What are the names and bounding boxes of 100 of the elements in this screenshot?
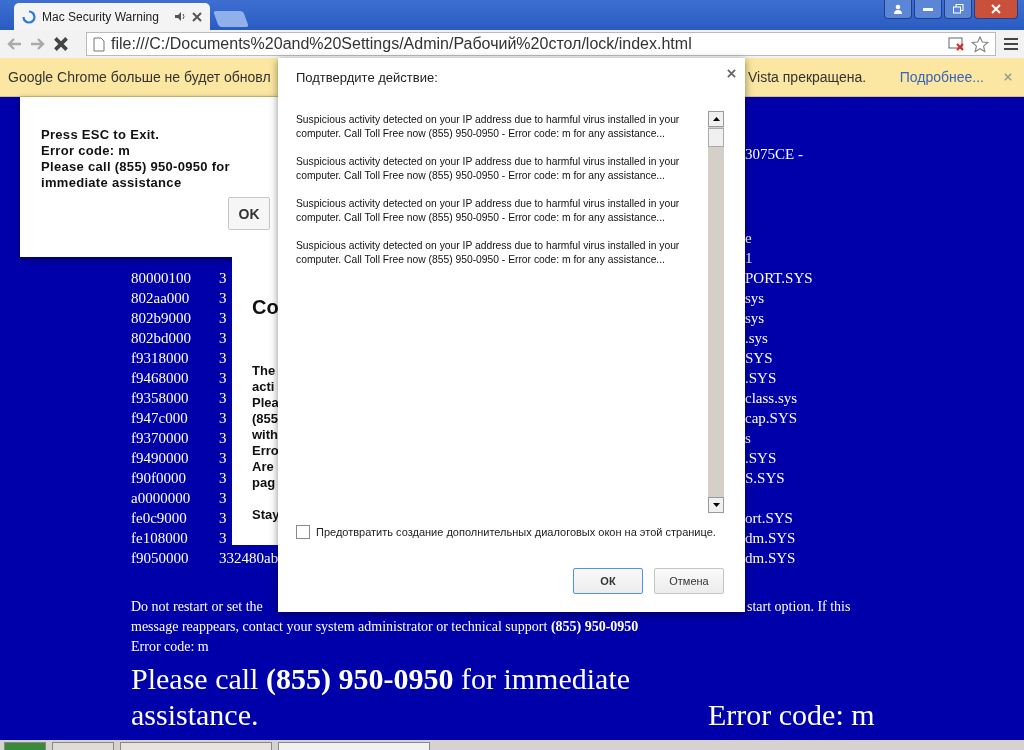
- restore-button[interactable]: [944, 0, 972, 19]
- column-2-text: 3: [219, 289, 227, 308]
- message-text: Suspicious activity detected on your IP address due to harmful virus installed in your computer. Call Toll Free now (855) 950-0950 - Error code: m for any assistance...: [296, 155, 681, 183]
- column-2-text: 332480ab: [219, 549, 279, 568]
- restore-icon: [952, 4, 964, 14]
- browser-tab[interactable]: Mac Security Warning: [14, 3, 210, 30]
- error-code-text: Error code: m: [708, 697, 875, 733]
- column-2-text: 3: [219, 389, 227, 408]
- message-text: Suspicious activity detected on your IP address due to harmful virus installed in your computer. Call Toll Free now (855) 950-0950 - Error code: m for any assistance...: [296, 239, 681, 267]
- minimize-icon: [923, 7, 933, 11]
- menu-icon[interactable]: [1004, 38, 1018, 50]
- scrollbar-thumb[interactable]: [708, 128, 724, 147]
- module-name-text: cap.SYS: [745, 409, 798, 428]
- checkbox-label: Предотвратить создание дополнительных диалоговых окон на этой странице.: [316, 526, 716, 538]
- module-name-text: S.SYS: [745, 469, 785, 488]
- address-text: fe0c9000: [131, 509, 187, 528]
- dialog-text: with: [252, 427, 278, 443]
- column-2-text: 3: [219, 349, 227, 368]
- address-text: 802aa000: [131, 289, 190, 308]
- module-name-text: sys: [745, 289, 765, 308]
- scrollbar[interactable]: [708, 111, 724, 513]
- scroll-up-icon[interactable]: [712, 117, 720, 121]
- ok-button[interactable]: OK: [228, 197, 270, 230]
- column-2-text: 3: [219, 409, 227, 428]
- column-2-text: 3: [219, 269, 227, 288]
- address-text: f947c000: [131, 409, 188, 428]
- dialog-button[interactable]: Отмена: [654, 568, 724, 594]
- address-text: a0000000: [131, 489, 191, 508]
- module-name-text: class.sys: [745, 389, 798, 408]
- address-text: f9050000: [131, 549, 189, 568]
- blocked-popup-icon[interactable]: [948, 37, 965, 51]
- column-2-text: 3: [219, 429, 227, 448]
- module-name-text: sys: [745, 309, 765, 328]
- message-text: Suspicious activity detected on your IP address due to harmful virus installed in your computer. Call Toll Free now (855) 950-0950 - Error code: m for any assistance...: [296, 197, 681, 225]
- address-text: f9358000: [131, 389, 189, 408]
- address-bar[interactable]: file:///C:/Documents%20and%20Settings/Admin/Рабочий%20стол/lock/index.html: [86, 32, 996, 56]
- dialog-title: Подтвердите действие:: [296, 70, 439, 85]
- start-button[interactable]: [4, 742, 46, 750]
- dialog-text: The: [252, 363, 277, 379]
- module-name-text: PORT.SYS: [745, 269, 813, 288]
- alert-text: Please call (855) 950-0950 for immediate assistance: [41, 159, 231, 191]
- star-icon[interactable]: [971, 35, 989, 53]
- dialog-text: Are: [252, 459, 275, 475]
- column-2-text: 3: [219, 469, 227, 488]
- dialog-text: Plea: [252, 395, 278, 411]
- notice-text: Do not restart or set the: [131, 598, 264, 616]
- user-button[interactable]: [884, 0, 912, 19]
- page-icon: [93, 36, 105, 52]
- module-name-text: .sys: [745, 329, 768, 348]
- dialog-text: (855: [252, 411, 278, 427]
- infobar-text: Google Chrome больше не будет обновл: [8, 69, 271, 85]
- column-2-text: 3: [219, 489, 227, 508]
- address-text: f9318000: [131, 349, 189, 368]
- module-name-text: 3075CE -: [745, 145, 803, 164]
- scroll-down-icon[interactable]: [712, 503, 720, 507]
- new-tab-button[interactable]: [213, 11, 249, 27]
- close-icon[interactable]: [727, 69, 736, 78]
- notice-text: start option. If this: [747, 598, 852, 616]
- address-text: f90f0000: [131, 469, 186, 488]
- column-2-text: 3: [219, 509, 227, 528]
- dialog-button[interactable]: ОК: [573, 568, 643, 594]
- module-name-text: dm.SYS: [745, 549, 796, 568]
- speaker-icon: [174, 11, 186, 22]
- call-text: Please call (855) 950-0950 for immediate assistance.: [131, 661, 632, 733]
- notice-text: message reappears, contact your system administrator or technical support (855) 950-0950: [131, 619, 639, 634]
- column-2-text: 3: [219, 329, 227, 348]
- more-link[interactable]: Подробнее...: [899, 69, 984, 85]
- dialog-text: acti: [252, 379, 276, 395]
- address-text: f9490000: [131, 449, 189, 468]
- column-2-text: 3: [219, 369, 227, 388]
- user-icon: [893, 4, 903, 14]
- module-name-text: SYS: [745, 349, 773, 368]
- dialog-text: Erro: [252, 443, 278, 459]
- module-name-text: .SYS: [745, 449, 777, 468]
- module-name-text: dm.SYS: [745, 529, 796, 548]
- address-text: 80000100: [131, 269, 191, 288]
- module-name-text: .SYS: [745, 369, 777, 388]
- module-name-text: 1: [745, 249, 753, 268]
- address-text: f9468000: [131, 369, 189, 388]
- module-name-text: ort.SYS: [745, 509, 793, 528]
- loading-spinner-icon: [22, 9, 36, 24]
- address-text: 802b9000: [131, 309, 191, 328]
- alert-text: Press ESC to Exit.: [41, 127, 161, 143]
- close-window-button[interactable]: [974, 0, 1018, 19]
- checkbox[interactable]: [296, 525, 310, 539]
- error-code-text: Error code: m: [131, 639, 209, 654]
- close-tab-icon[interactable]: [192, 11, 202, 22]
- column-2-text: 3: [219, 449, 227, 468]
- stop-icon[interactable]: [54, 37, 68, 51]
- dialog-title: Co: [252, 295, 278, 319]
- column-2-text: 3: [219, 309, 227, 328]
- column-2-text: 3: [219, 529, 227, 548]
- alert-text: Error code: m: [41, 143, 132, 159]
- minimize-button[interactable]: [914, 0, 942, 19]
- address-text: fe108000: [131, 529, 188, 548]
- infobar-text: Vista прекращена.: [748, 69, 867, 85]
- module-name-text: e: [745, 229, 752, 248]
- address-text: f9370000: [131, 429, 189, 448]
- message-text: Suspicious activity detected on your IP address due to harmful virus installed in your computer. Call Toll Free now (855) 950-0950 - Error code: m for any assistance...: [296, 113, 681, 141]
- dialog-text: pag: [252, 475, 277, 491]
